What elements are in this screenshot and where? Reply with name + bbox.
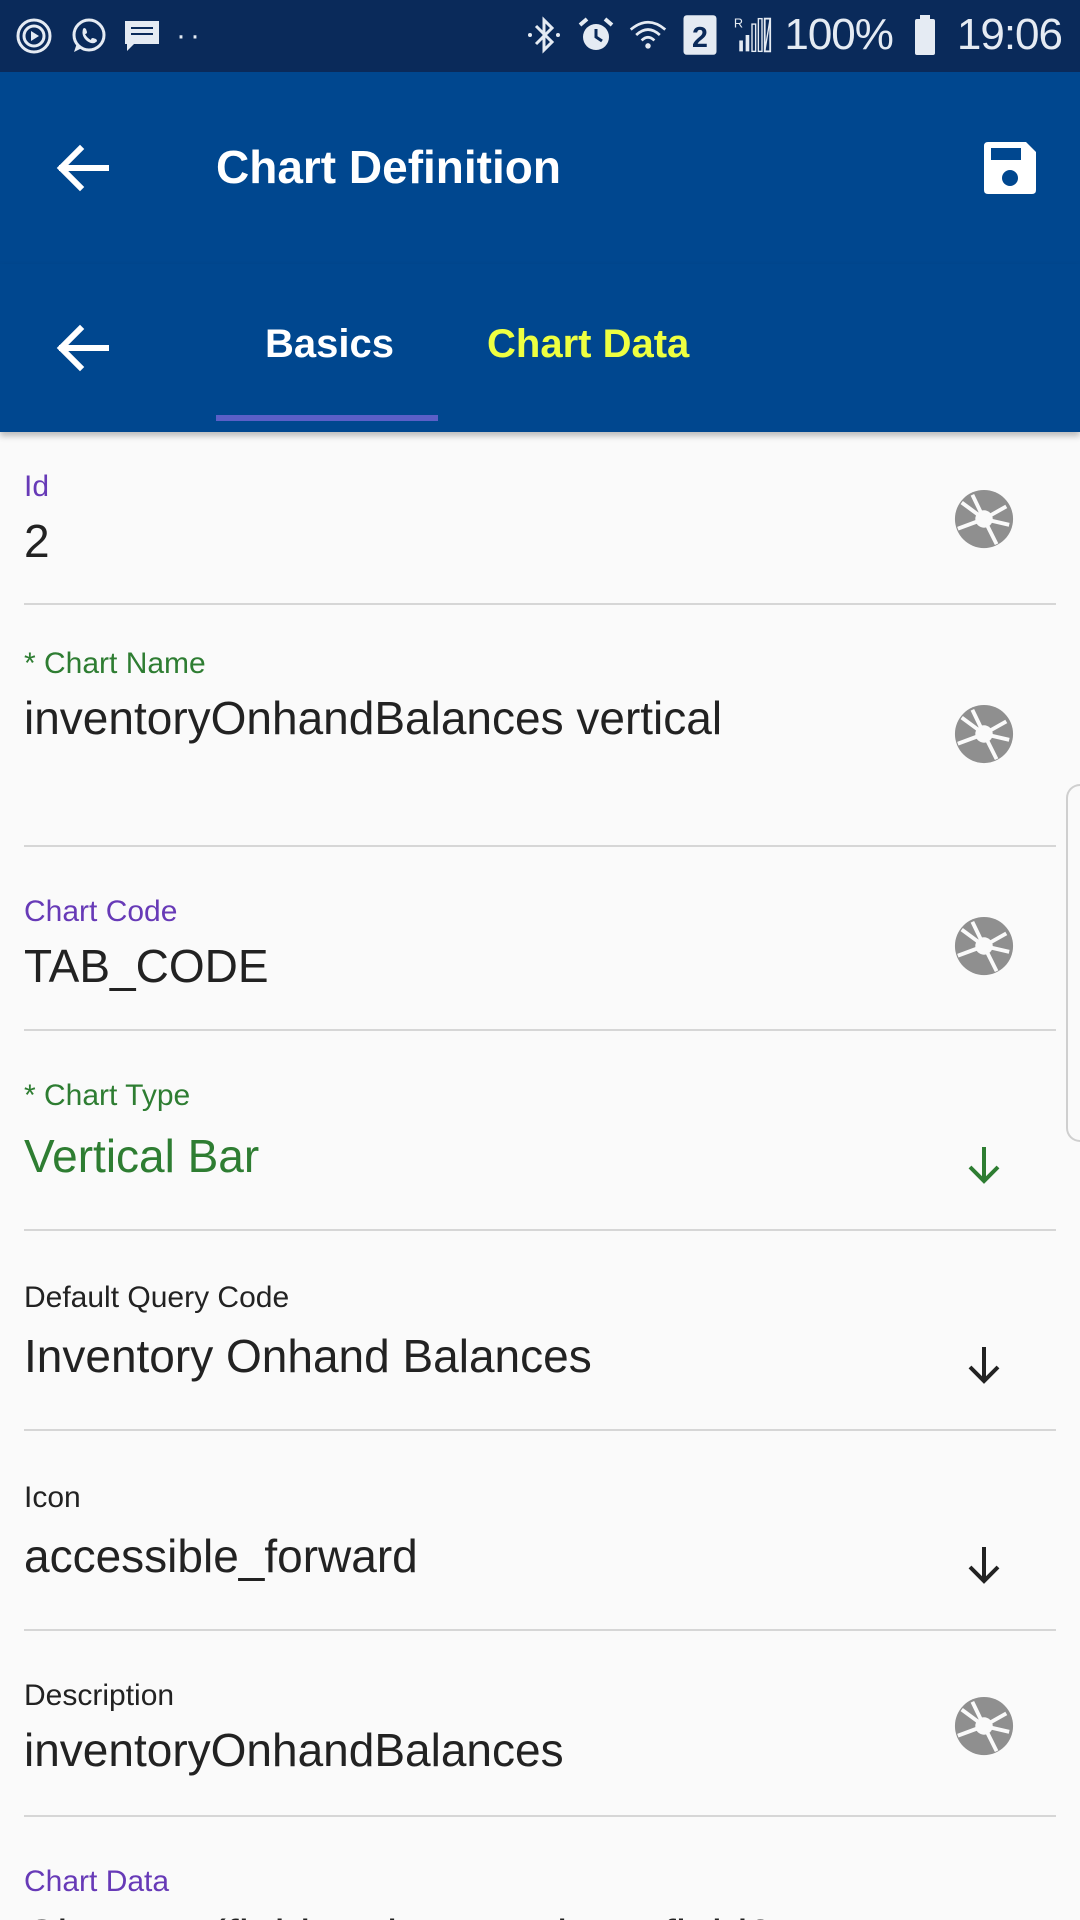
sim-badge: 2: [692, 22, 708, 54]
scrollbar-thumb[interactable]: [1066, 784, 1080, 1142]
icon-label: Icon: [24, 1481, 81, 1514]
chart-name-label: * Chart Name: [24, 647, 206, 680]
chart-type-label: * Chart Type: [24, 1079, 191, 1112]
description-field[interactable]: Description inventoryOnhandBalances: [24, 1631, 1056, 1817]
arrow-down-icon[interactable]: [960, 1341, 1008, 1389]
default-query-code-label: Default Query Code: [24, 1281, 290, 1314]
aperture-icon[interactable]: [953, 1695, 1015, 1757]
roaming-indicator: R: [734, 16, 743, 31]
chart-type-field[interactable]: * Chart Type Vertical Bar: [24, 1031, 1056, 1231]
chart-data-label: Chart Data: [24, 1865, 170, 1898]
battery-percent: 100%: [784, 10, 894, 59]
icon-value: accessible_forward: [24, 1530, 418, 1582]
tab-chart-data[interactable]: Chart Data: [487, 322, 689, 367]
icon-field[interactable]: Icon accessible_forward: [24, 1431, 1056, 1631]
sim-icon: 2: [683, 15, 717, 55]
chart-code-field[interactable]: Chart Code TAB_CODE: [24, 847, 1056, 1031]
app-bar: Chart Definition: [0, 72, 1080, 264]
status-right-icons: 2 R 100% 19:06: [524, 10, 1063, 60]
default-query-code-field[interactable]: Default Query Code Inventory Onhand Bala…: [24, 1231, 1056, 1431]
chart-code-label: Chart Code: [24, 895, 178, 928]
tab-basics[interactable]: Basics: [265, 322, 394, 367]
aperture-icon[interactable]: [953, 703, 1015, 765]
description-label: Description: [24, 1679, 175, 1712]
wifi-icon: [630, 20, 667, 49]
id-value: 2: [24, 515, 50, 567]
arrow-down-icon[interactable]: [960, 1541, 1008, 1589]
id-field[interactable]: Id 2: [24, 432, 1056, 605]
tab-indicator: [216, 415, 438, 421]
chart-code-value: TAB_CODE: [24, 940, 269, 992]
media-icon: [16, 18, 52, 54]
tab-bar: Basics Chart Data: [0, 264, 1080, 432]
status-bar: ·· 2 R 100% 19:06: [0, 0, 1080, 72]
signal-icon: R: [734, 16, 772, 53]
battery-icon: [914, 15, 935, 55]
save-icon[interactable]: [978, 136, 1042, 200]
aperture-icon[interactable]: [953, 915, 1015, 977]
id-label: Id: [24, 470, 50, 503]
alarm-icon: [579, 17, 614, 50]
chart-name-value: inventoryOnhandBalances vertical: [24, 692, 723, 744]
chart-data-value: ClassBar(field1: List<Number> field2...: [24, 1909, 811, 1920]
back-arrow-icon[interactable]: [50, 136, 114, 200]
bluetooth-icon: [528, 16, 561, 54]
more-dots-icon: ··: [176, 19, 204, 52]
tab-back-arrow-icon[interactable]: [50, 316, 114, 380]
clock: 19:06: [956, 10, 1063, 59]
default-query-code-value: Inventory Onhand Balances: [24, 1330, 592, 1382]
arrow-down-icon[interactable]: [960, 1141, 1008, 1189]
whatsapp-icon: [72, 18, 106, 52]
aperture-icon[interactable]: [953, 488, 1015, 550]
chart-type-value: Vertical Bar: [24, 1130, 260, 1182]
page-title: Chart Definition: [216, 141, 561, 193]
description-value: inventoryOnhandBalances: [24, 1724, 564, 1776]
status-left-icons: ··: [14, 14, 204, 58]
chart-data-field[interactable]: Chart Data ClassBar(field1: List<Number>…: [24, 1817, 1056, 1920]
message-icon: [125, 21, 159, 51]
chart-name-field[interactable]: * Chart Name inventoryOnhandBalances ver…: [24, 605, 1056, 847]
